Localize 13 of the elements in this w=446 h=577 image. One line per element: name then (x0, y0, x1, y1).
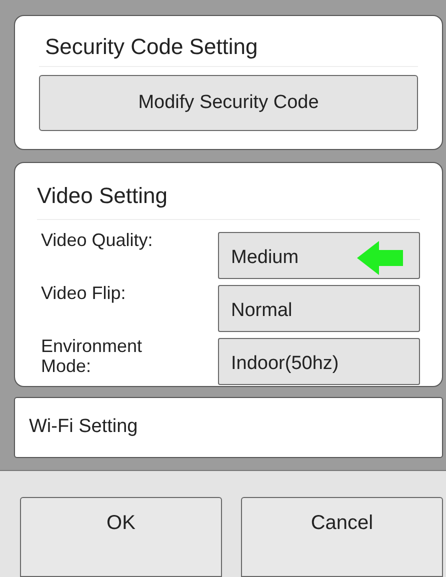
wifi-setting-label: Wi-Fi Setting (29, 415, 138, 440)
wifi-setting-row[interactable]: Wi-Fi Setting (14, 396, 443, 458)
setting-label: Environment Mode: (40, 336, 144, 376)
dialog-button[interactable]: Cancel (241, 497, 443, 577)
setting-value-button[interactable]: Medium (218, 232, 420, 280)
setting-value-button[interactable]: Normal (218, 285, 420, 332)
section-title: Video Setting (37, 181, 420, 220)
modify-code-button[interactable]: Modify Security Code (39, 75, 418, 131)
section-title: Security Code Setting (39, 32, 418, 67)
setting-label: Video Flip: (40, 283, 127, 304)
setting-label: Video Quality: (40, 230, 154, 250)
dialog-button[interactable]: OK (20, 497, 222, 577)
setting-value-button[interactable]: Indoor(50hz) (218, 338, 420, 386)
